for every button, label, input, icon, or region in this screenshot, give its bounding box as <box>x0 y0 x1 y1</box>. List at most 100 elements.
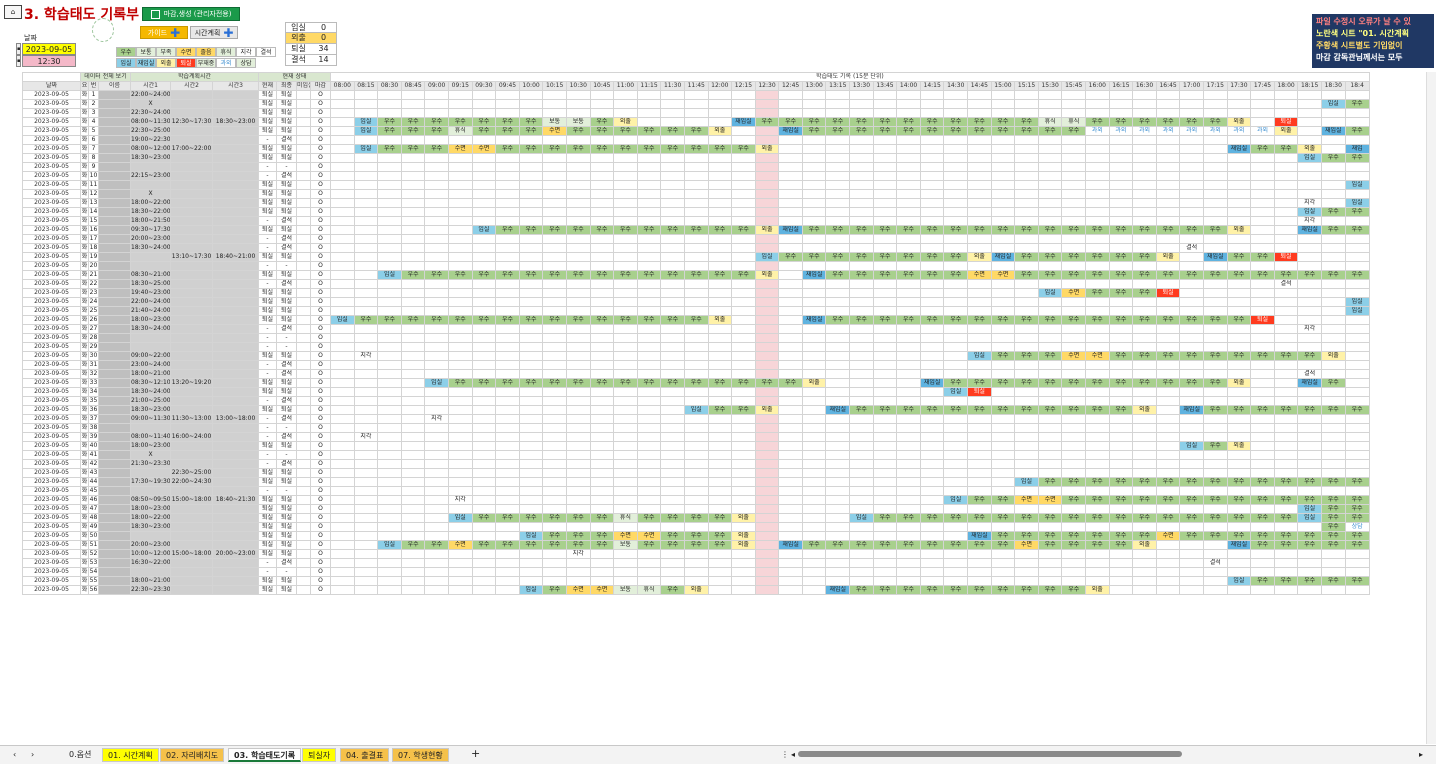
record-cell-empty[interactable] <box>849 369 874 379</box>
record-cell-empty[interactable] <box>589 90 615 100</box>
record-cell[interactable]: 수면 <box>1014 540 1039 550</box>
record-cell-empty[interactable] <box>542 324 567 334</box>
record-cell-empty[interactable] <box>754 522 780 532</box>
record-cell[interactable]: 우수 <box>1297 405 1322 415</box>
record-cell-empty[interactable] <box>660 99 685 109</box>
record-cell[interactable]: 우수 <box>660 225 685 235</box>
record-cell-empty[interactable] <box>754 441 780 451</box>
cell-time3[interactable] <box>212 225 260 235</box>
record-cell[interactable]: 재입실 <box>967 531 992 541</box>
record-cell[interactable]: 결석 <box>1297 369 1322 379</box>
record-cell-empty[interactable] <box>754 567 780 577</box>
record-cell-empty[interactable] <box>1250 189 1275 199</box>
record-cell-empty[interactable] <box>731 126 756 136</box>
record-cell-empty[interactable] <box>1179 342 1204 352</box>
record-cell-empty[interactable] <box>754 576 780 586</box>
record-cell-empty[interactable] <box>424 342 449 352</box>
record-cell-empty[interactable] <box>636 522 662 532</box>
record-cell-empty[interactable] <box>1344 279 1370 289</box>
record-cell-empty[interactable] <box>1061 306 1087 316</box>
record-cell[interactable]: 우수 <box>967 117 992 127</box>
record-cell-empty[interactable] <box>1179 423 1204 433</box>
record-cell-empty[interactable] <box>801 279 827 289</box>
record-cell-empty[interactable] <box>1037 396 1063 406</box>
record-cell-empty[interactable] <box>1297 279 1322 289</box>
cell-time3[interactable]: 13:00~18:00 <box>212 414 260 424</box>
record-cell-empty[interactable] <box>825 207 851 217</box>
record-cell-empty[interactable] <box>896 324 921 334</box>
record-cell-empty[interactable] <box>1202 468 1228 478</box>
record-cell-empty[interactable] <box>330 198 355 208</box>
record-cell[interactable]: 수면 <box>967 270 992 280</box>
record-cell-empty[interactable] <box>872 504 898 514</box>
record-cell-empty[interactable] <box>731 207 756 217</box>
record-cell[interactable]: 입실 <box>1014 477 1039 487</box>
cell-day[interactable]: 화 <box>80 468 89 478</box>
record-cell[interactable]: 우수 <box>872 315 898 325</box>
record-cell[interactable]: 우수 <box>1320 513 1346 523</box>
record-cell-empty[interactable] <box>1273 585 1299 595</box>
record-cell-empty[interactable] <box>707 423 733 433</box>
record-cell-empty[interactable] <box>896 504 921 514</box>
record-cell-empty[interactable] <box>1155 216 1181 226</box>
record-cell-empty[interactable] <box>1014 558 1039 568</box>
record-cell[interactable]: 입실 <box>943 387 969 397</box>
record-cell-empty[interactable] <box>1037 486 1063 496</box>
record-cell-empty[interactable] <box>943 342 969 352</box>
record-cell-empty[interactable] <box>1061 234 1087 244</box>
table-row[interactable]: 2023-09-05 화 17 20:00~23:00- 결석 O <box>22 234 1370 244</box>
record-cell[interactable]: 우수 <box>1085 225 1110 235</box>
cell-num[interactable]: 22 <box>88 279 99 289</box>
record-cell-empty[interactable] <box>919 207 945 217</box>
record-cell-empty[interactable] <box>589 477 615 487</box>
record-cell-empty[interactable] <box>1344 135 1370 145</box>
date-spinner[interactable]: ▪ <box>16 43 21 55</box>
record-cell-empty[interactable] <box>353 171 379 181</box>
record-cell-empty[interactable] <box>754 423 780 433</box>
cell-name[interactable] <box>97 153 132 163</box>
column-header-time3[interactable]: 시간3 <box>212 81 260 91</box>
cell-num[interactable]: 15 <box>88 216 99 226</box>
record-cell-empty[interactable] <box>1108 441 1134 451</box>
cell-day[interactable]: 화 <box>80 270 89 280</box>
record-cell-empty[interactable] <box>613 306 638 316</box>
record-cell-empty[interactable] <box>1061 522 1087 532</box>
record-cell[interactable]: 우수 <box>1085 117 1110 127</box>
record-cell-empty[interactable] <box>1108 387 1134 397</box>
record-cell-empty[interactable] <box>849 549 874 559</box>
record-cell[interactable]: 외출 <box>683 585 709 595</box>
record-cell-empty[interactable] <box>990 189 1016 199</box>
cell-name[interactable] <box>97 441 132 451</box>
record-cell-empty[interactable] <box>424 468 449 478</box>
record-cell-empty[interactable] <box>353 306 379 316</box>
record-cell-empty[interactable] <box>778 432 803 442</box>
record-cell[interactable]: 외출 <box>754 270 780 280</box>
record-cell[interactable]: 우수 <box>1344 225 1370 235</box>
cell-time3[interactable] <box>212 324 260 334</box>
cell-num[interactable]: 1 <box>88 90 99 100</box>
record-cell-empty[interactable] <box>1226 450 1252 460</box>
record-cell-empty[interactable] <box>683 423 709 433</box>
table-row[interactable]: 2023-09-05 화 9- - O <box>22 162 1370 172</box>
cell-current[interactable]: - <box>258 486 278 496</box>
record-cell-empty[interactable] <box>400 90 426 100</box>
record-cell[interactable]: 우수 <box>424 117 449 127</box>
record-cell[interactable]: 우수 <box>849 585 874 595</box>
cell-date[interactable]: 2023-09-05 <box>22 279 81 289</box>
record-cell-empty[interactable] <box>896 576 921 586</box>
record-cell-empty[interactable] <box>919 90 945 100</box>
cell-time3[interactable] <box>212 342 260 352</box>
cell-closed[interactable]: O <box>310 225 332 235</box>
record-cell-empty[interactable] <box>872 216 898 226</box>
record-cell-empty[interactable] <box>660 279 685 289</box>
record-cell[interactable]: 우수 <box>825 126 851 136</box>
record-cell-empty[interactable] <box>801 567 827 577</box>
cell-time1[interactable]: 18:00~22:00 <box>130 198 172 208</box>
record-cell-empty[interactable] <box>377 135 402 145</box>
record-cell-empty[interactable] <box>424 585 449 595</box>
record-cell-empty[interactable] <box>731 252 756 262</box>
record-cell-empty[interactable] <box>1344 396 1370 406</box>
record-cell-empty[interactable] <box>1250 306 1275 316</box>
cell-time3[interactable] <box>212 468 260 478</box>
record-cell-empty[interactable] <box>943 234 969 244</box>
